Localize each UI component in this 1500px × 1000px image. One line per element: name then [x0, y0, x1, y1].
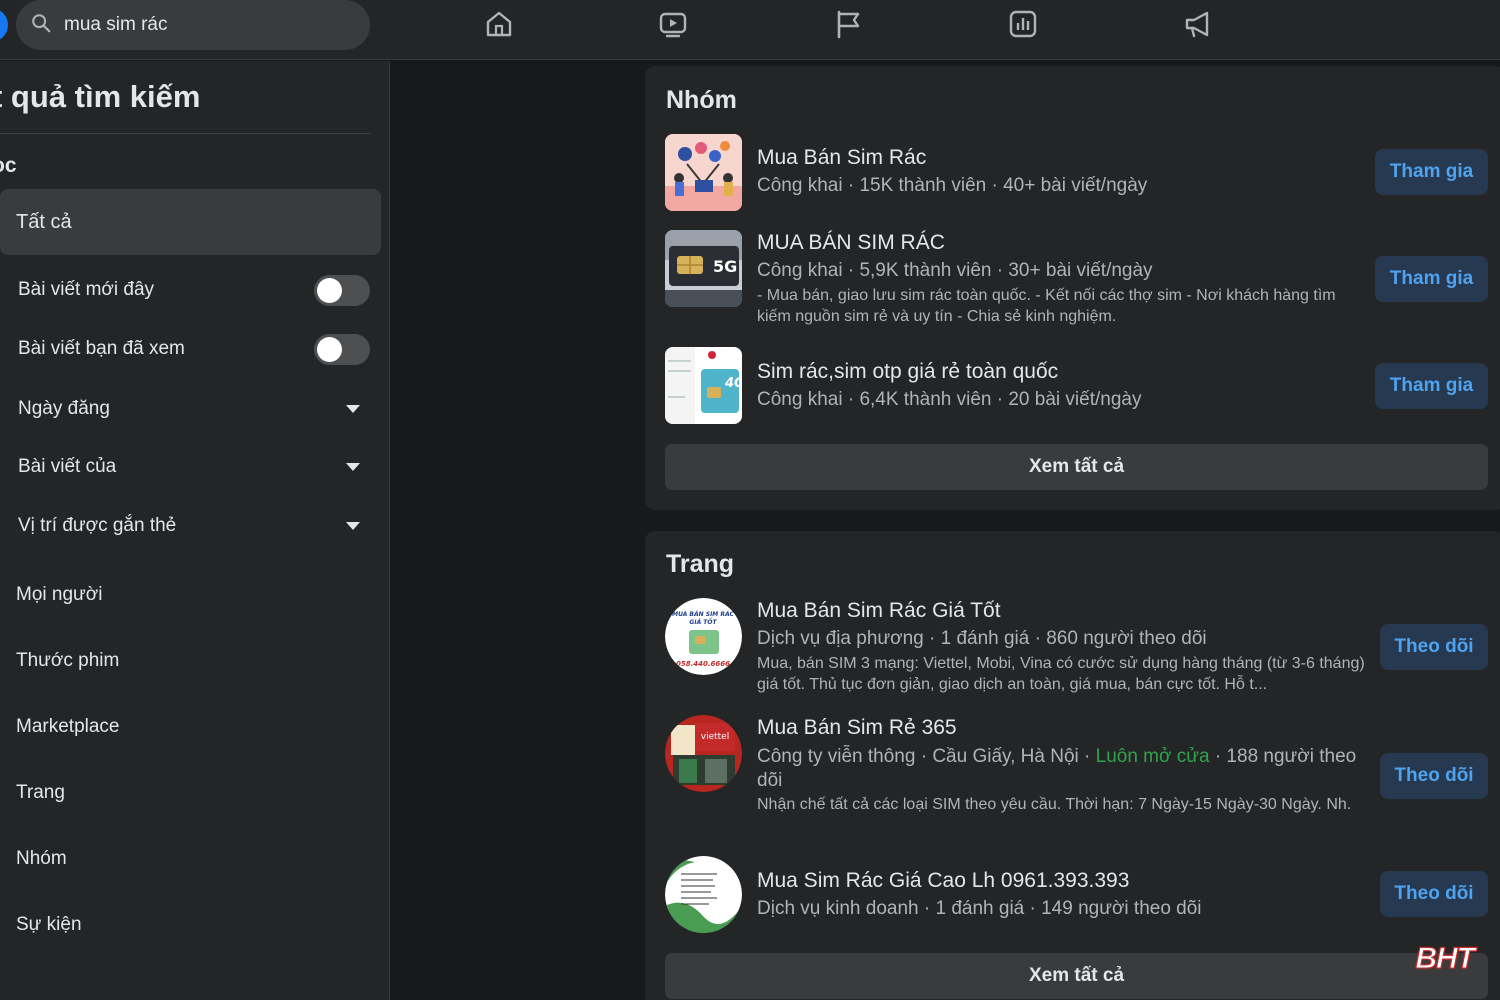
group-meta: Công khai · 6,4K thành viên · 20 bài viế… [757, 389, 1142, 410]
page-description: Mua, bán SIM 3 mạng: Viettel, Mobi, Vina… [757, 655, 1365, 693]
see-all-pages-button[interactable]: Xem tất cả [665, 953, 1488, 999]
page-name[interactable]: Mua Sim Rác Giá Cao Lh 0961.393.393 [757, 869, 1129, 893]
sidebar-item-reels[interactable]: Thước phim [16, 650, 119, 672]
filter-seen-posts[interactable]: Bài viết bạn đã xem [18, 329, 370, 369]
filter-all-label: Tất cả [16, 210, 72, 233]
pages-flag-icon[interactable] [830, 6, 866, 42]
groups-results-card: Nhóm Mua Bán Sim Rác Công khai · 15K thà… [645, 66, 1500, 510]
group-meta: Công khai · 15K thành viên · 40+ bài viế… [757, 175, 1148, 196]
filter-seen-posts-label: Bài viết bạn đã xem [18, 338, 185, 359]
filter-posted-by[interactable]: Bài viết của [18, 447, 370, 487]
page-name[interactable]: Mua Bán Sim Rác Giá Tốt [757, 599, 1001, 623]
caret-down-icon [346, 463, 360, 471]
sidebar-item-groups[interactable]: Nhóm [16, 848, 67, 870]
page-avatar-text: GIÁ TỐT [689, 618, 717, 626]
top-navigation-bar: mua sim rác [0, 0, 1500, 60]
page-meta-category: Công ty viễn thông · Cầu Giấy, Hà Nội · [757, 746, 1096, 767]
seen-posts-toggle[interactable] [314, 333, 370, 365]
group-thumb-label: 5G [713, 257, 737, 276]
join-group-button[interactable]: Tham gia [1375, 256, 1488, 302]
recent-posts-toggle[interactable] [314, 274, 370, 306]
join-group-button[interactable]: Tham gia [1375, 149, 1488, 195]
filters-section-label: ọc [0, 154, 17, 177]
facebook-logo-icon[interactable] [0, 8, 8, 42]
group-name[interactable]: Sim rác,sim otp giá rẻ toàn quốc [757, 360, 1058, 384]
sidebar-item-people[interactable]: Mọi người [16, 584, 102, 606]
filter-recent-posts-label: Bài viết mới đây [18, 279, 155, 300]
filter-recent-posts[interactable]: Bài viết mới đây [18, 270, 370, 310]
sidebar-divider [0, 133, 371, 134]
gaming-chart-icon[interactable] [1005, 6, 1041, 42]
filter-all[interactable]: Tất cả [0, 189, 381, 255]
page-avatar-text: 058.440.6666 [676, 660, 730, 668]
filter-date-posted-label: Ngày đăng [18, 398, 110, 419]
follow-page-button[interactable]: Theo dõi [1380, 871, 1488, 917]
page-avatar[interactable]: MUA BÁN SIM RÁC GIÁ TỐT 058.440.6666 [665, 598, 742, 675]
search-filters-sidebar: t quả tìm kiếm ọc Tất cả Bài viết mới đâ… [0, 61, 390, 1000]
group-thumbnail[interactable]: 4G [665, 347, 742, 424]
caret-down-icon [346, 522, 360, 530]
filter-tagged-location[interactable]: Vị trí được gắn thẻ [18, 506, 370, 546]
group-meta: Công khai · 5,9K thành viên · 30+ bài vi… [757, 260, 1153, 281]
filter-posted-by-label: Bài viết của [18, 456, 117, 477]
group-thumb-label: 4G [724, 376, 742, 391]
follow-page-button[interactable]: Theo dõi [1380, 753, 1488, 799]
home-icon[interactable] [481, 6, 517, 42]
watch-icon[interactable] [655, 6, 691, 42]
page-name[interactable]: Mua Bán Sim Rẻ 365 [757, 716, 957, 740]
search-input[interactable]: mua sim rác [16, 0, 370, 50]
page-avatar[interactable]: viettel [665, 715, 742, 792]
ads-megaphone-icon[interactable] [1180, 6, 1216, 42]
sidebar-item-events[interactable]: Sự kiện [16, 914, 82, 936]
filter-tagged-location-label: Vị trí được gắn thẻ [18, 515, 177, 536]
search-icon [30, 12, 52, 39]
source-watermark-logo: BHT [1415, 942, 1476, 976]
page-meta: Dịch vụ địa phương · 1 đánh giá · 860 ng… [757, 628, 1207, 649]
open-status: Luôn mở cửa [1095, 746, 1210, 767]
sidebar-title: t quả tìm kiếm [0, 79, 201, 114]
sidebar-item-marketplace[interactable]: Marketplace [16, 716, 120, 738]
page-meta: Dịch vụ kinh doanh · 1 đánh giá · 149 ng… [757, 898, 1202, 919]
pages-section-title: Trang [666, 550, 735, 578]
pages-results-card: Trang MUA BÁN SIM RÁC GIÁ TỐT 058.440.66… [645, 531, 1500, 1000]
group-thumbnail[interactable]: 5G [665, 230, 742, 307]
page-description: Nhận chế tất cả các loại SIM theo yêu cầ… [757, 796, 1352, 813]
group-description: - Mua bán, giao lưu sim rác toàn quốc. -… [757, 287, 1336, 325]
page-avatar[interactable] [665, 856, 742, 933]
page-meta: Công ty viễn thông · Cầu Giấy, Hà Nội · … [757, 745, 1367, 793]
page-avatar-text: viettel [701, 732, 729, 742]
see-all-groups-button[interactable]: Xem tất cả [665, 444, 1488, 490]
search-query[interactable]: mua sim rác [64, 14, 167, 36]
group-name[interactable]: MUA BÁN SIM RÁC [757, 231, 945, 255]
join-group-button[interactable]: Tham gia [1375, 363, 1488, 409]
follow-page-button[interactable]: Theo dõi [1380, 624, 1488, 670]
group-thumbnail[interactable] [665, 134, 742, 211]
caret-down-icon [346, 405, 360, 413]
filter-date-posted[interactable]: Ngày đăng [18, 389, 370, 429]
sidebar-item-pages[interactable]: Trang [16, 782, 65, 804]
group-name[interactable]: Mua Bán Sim Rác [757, 146, 926, 170]
page-avatar-text: MUA BÁN SIM RÁC [672, 611, 734, 618]
groups-section-title: Nhóm [666, 86, 737, 114]
